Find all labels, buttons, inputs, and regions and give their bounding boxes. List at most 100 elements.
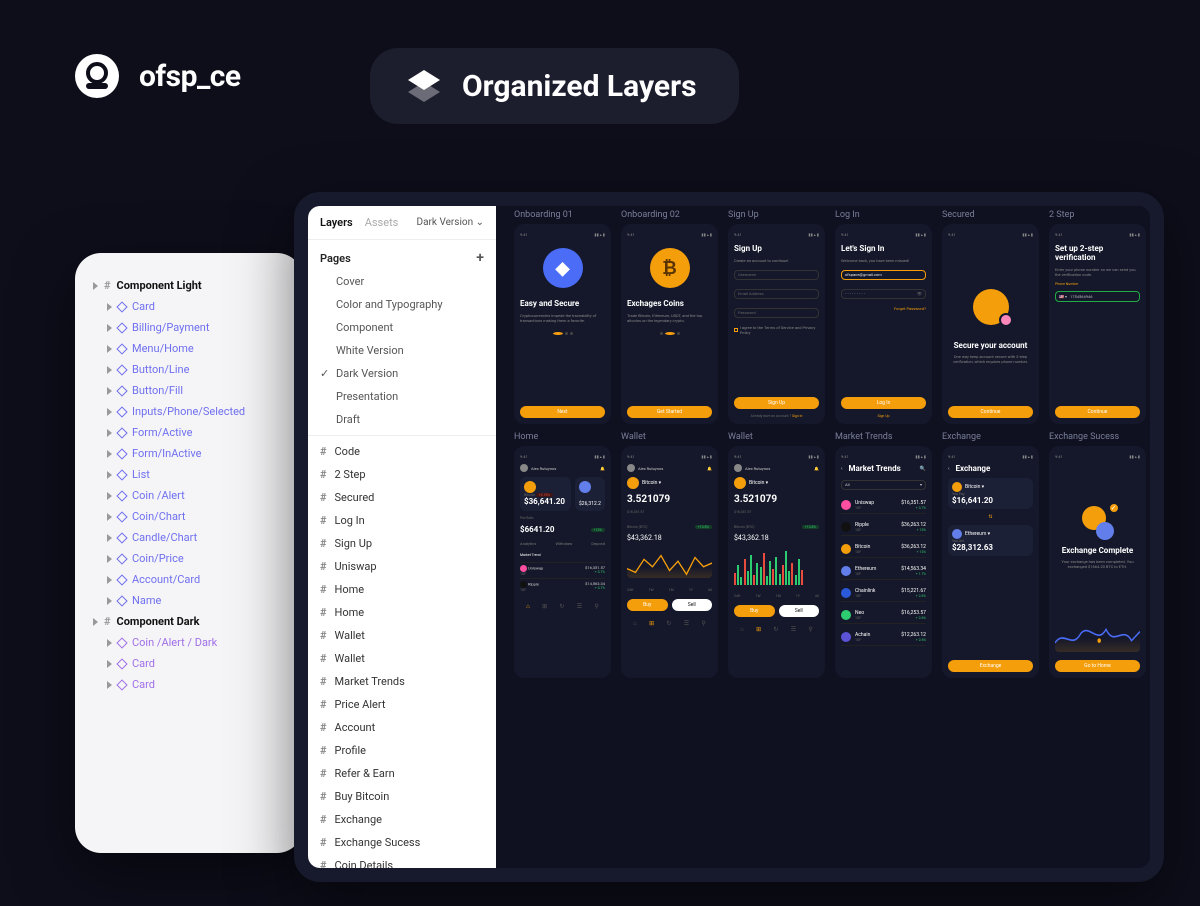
tab-assets[interactable]: Assets [365,216,399,229]
tab-layers[interactable]: Layers [320,216,353,229]
username-field[interactable]: Username [734,270,819,280]
next-button[interactable]: Next [520,406,605,418]
screen-market-trends[interactable]: Market Trends 9:41▮▮ ▴ ▮ ‹Market Trends🔍… [835,446,932,678]
bottom-nav[interactable]: ⌂⊞↻☰⚲ [627,620,712,627]
coin-row[interactable]: Uniswap1DF $16,351.57+ 3.7% [841,497,926,514]
page-item[interactable]: Color and Typography [308,293,496,316]
page-item[interactable]: Component [308,316,496,339]
sell-button[interactable]: Sell [672,599,713,611]
list-item[interactable]: Uniswap1DF$16,351.57+ 3.7% [520,562,605,578]
tree-item[interactable]: Coin/Chart [85,506,293,527]
coin-row[interactable]: Achain1DF $12,263.12+ 2.6% [841,629,926,646]
go-home-button[interactable]: Go to Home [1055,660,1140,672]
frame-item[interactable]: #Sign Up [308,532,496,555]
terms-checkbox[interactable]: I agree to the Terms of Service and Priv… [734,325,819,335]
eth-card[interactable]: $26,312.2 [575,477,605,511]
frame-item[interactable]: #Market Trends [308,670,496,693]
frame-item[interactable]: #Wallet [308,647,496,670]
tree-item[interactable]: List [85,464,293,485]
tree-item[interactable]: Card [85,296,293,317]
frame-item[interactable]: #Home [308,601,496,624]
sell-button[interactable]: Sell [779,605,820,617]
frame-item[interactable]: #Buy Bitcoin [308,785,496,808]
tree-item[interactable]: Form/InActive [85,443,293,464]
page-item[interactable]: White Version [308,339,496,362]
buy-button[interactable]: Buy [627,599,668,611]
screen-secured[interactable]: Secured 9:41▮▮ ▴ ▮ Secure your account O… [942,224,1039,424]
frame-item[interactable]: #Profile [308,739,496,762]
tree-item[interactable]: Coin /Alert [85,485,293,506]
frame-item[interactable]: #Coin Details [308,854,496,868]
tree-item[interactable]: Button/Line [85,359,293,380]
bottom-nav[interactable]: ⌂⊞↻☰⚲ [520,603,605,610]
coin-row[interactable]: Ripple1DF $36,263.12+ 13% [841,519,926,536]
screen-exchange[interactable]: Exchange 9:41▮▮ ▴ ▮ ‹Exchange Bitcoin ▾ … [942,446,1039,678]
tree-item[interactable]: Form/Active [85,422,293,443]
coin-row[interactable]: Bitcoin1DF $36,263.12+ 13% [841,541,926,558]
tree-item[interactable]: Billing/Payment [85,317,293,338]
tree-item[interactable]: Card [85,653,293,674]
email-field[interactable]: ofspace@gmail.com [841,270,926,280]
tree-item[interactable]: Coin/Price [85,548,293,569]
bell-icon[interactable]: 🔔 [600,466,605,471]
filter-select[interactable]: All▾ [841,480,926,490]
screen-wallet[interactable]: Wallet 9:41▮▮ ▴ ▮ Alex Rutuynos🔔 Bitcoin… [728,446,825,678]
tree-item[interactable]: Inputs/Phone/Selected [85,401,293,422]
user-header[interactable]: Alex Rutuynos🔔 [520,464,605,472]
search-icon[interactable]: 🔍 [920,466,926,472]
tree-heading-dark[interactable]: # Component Dark [85,611,293,632]
eye-icon[interactable]: 👁 [917,291,922,297]
tree-item[interactable]: Menu/Home [85,338,293,359]
password-field[interactable]: Password [734,308,819,318]
screen-onboarding-01[interactable]: Onboarding 01 9:41▮▮ ▴ ▮ ◆ Easy and Secu… [514,224,611,424]
tree-item[interactable]: Card [85,674,293,695]
screen-onboarding-02[interactable]: Onboarding 02 9:41▮▮ ▴ ▮ ₿ Exchages Coin… [621,224,718,424]
portfolio-tabs[interactable]: AnalyticsWithdrawDeposit [520,541,605,546]
screen-log-in[interactable]: Log In 9:41▮▮ ▴ ▮ Let's Sign In Welcome … [835,224,932,424]
country-selector[interactable]: 🇺🇸 ▾ [1059,294,1067,299]
continue-button[interactable]: Continue [948,406,1033,418]
frame-item[interactable]: #2 Step [308,463,496,486]
tree-heading-light[interactable]: # Component Light [85,275,293,296]
to-card[interactable]: Ethereum ▾ You Get $28,312.63 [948,525,1033,556]
btc-card[interactable]: Bitcoin +2.76% $36,641.20 [520,477,571,511]
coin-row[interactable]: Neo1DF $16,253.57+ 2.6% [841,607,926,624]
page-item[interactable]: Draft [308,408,496,431]
tree-item[interactable]: Candle/Chart [85,527,293,548]
screen-2-step[interactable]: 2 Step 9:41▮▮ ▴ ▮ Set up 2-step verifica… [1049,224,1146,424]
from-card[interactable]: Bitcoin ▾ You Pay $16,641.20 [948,478,1033,509]
password-field[interactable]: • • • • • • • • •👁 [841,289,926,299]
frame-item[interactable]: #Uniswap [308,555,496,578]
exchange-button[interactable]: Exchange [948,660,1033,672]
frame-item[interactable]: #Refer & Earn [308,762,496,785]
frame-item[interactable]: #Price Alert [308,693,496,716]
user-header[interactable]: Alex Rutuynos🔔 [734,464,819,472]
page-item[interactable]: Presentation [308,385,496,408]
canvas[interactable]: Onboarding 01 9:41▮▮ ▴ ▮ ◆ Easy and Secu… [496,206,1150,868]
frame-item[interactable]: #Secured [308,486,496,509]
page-item[interactable]: Dark Version [308,362,496,385]
coin-row[interactable]: Chainlink1DF $15,221.67+ 2.6% [841,585,926,602]
bell-icon[interactable]: 🔔 [707,466,712,471]
add-page-button[interactable]: + [476,250,484,266]
frame-item[interactable]: #Wallet [308,624,496,647]
frame-item[interactable]: #Home [308,578,496,601]
continue-button[interactable]: Continue [1055,406,1140,418]
screen-home[interactable]: Home 9:41▮▮ ▴ ▮ Alex Rutuynos🔔 Bitcoin +… [514,446,611,678]
screen-wallet[interactable]: Wallet 9:41▮▮ ▴ ▮ Alex Rutuynos🔔 Bitcoin… [621,446,718,678]
signup-button[interactable]: Sign Up [734,397,819,409]
page-selector[interactable]: Dark Version ⌄ [417,217,484,228]
user-header[interactable]: Alex Rutuynos🔔 [627,464,712,472]
screen-exchange-sucess[interactable]: Exchange Sucess 9:41▮▮ ▴ ▮ ✓ Exchange Co… [1049,446,1146,678]
get-started-button[interactable]: Get Started [627,406,712,418]
page-item[interactable]: Cover [308,270,496,293]
forgot-password-link[interactable]: Forget Password? [841,306,926,311]
tree-item[interactable]: Name [85,590,293,611]
frame-item[interactable]: #Code [308,440,496,463]
coin-row[interactable]: Ethereum1DF $14,563.34+ 1.7% [841,563,926,580]
tree-item[interactable]: Account/Card [85,569,293,590]
buy-button[interactable]: Buy [734,605,775,617]
frame-item[interactable]: #Account [308,716,496,739]
frame-item[interactable]: #Exchange [308,808,496,831]
frame-item[interactable]: #Exchange Sucess [308,831,496,854]
